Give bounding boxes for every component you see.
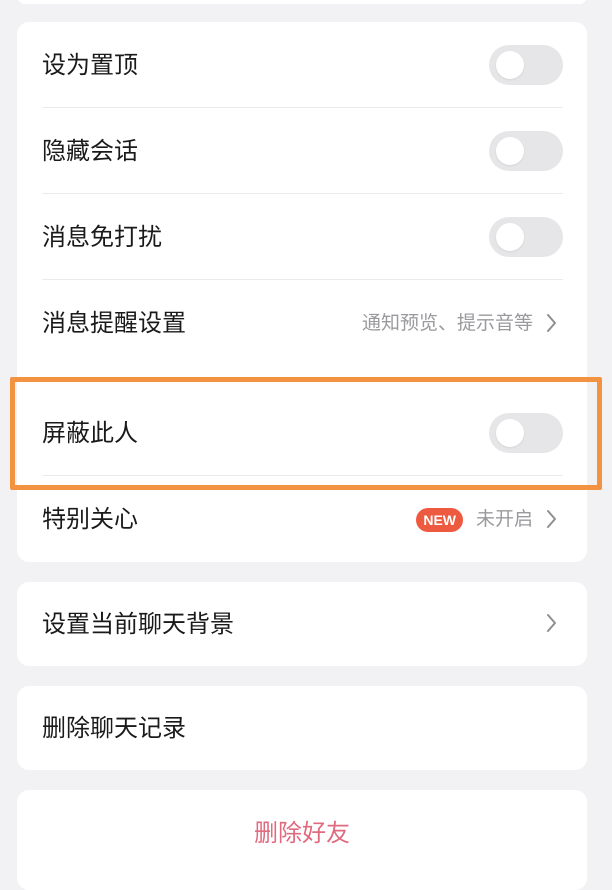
- hide-chat-label: 隐藏会话: [42, 137, 138, 165]
- block-person-toggle[interactable]: [489, 413, 563, 453]
- special-care-label: 特别关心: [42, 505, 138, 533]
- toggle-knob: [496, 223, 524, 251]
- chat-background-label: 设置当前聊天背景: [42, 610, 234, 638]
- toggle-knob: [496, 137, 524, 165]
- chevron-right-icon: [547, 614, 556, 632]
- pin-top-label: 设为置顶: [42, 51, 138, 79]
- special-care-row[interactable]: 特别关心 NEW 未开启: [17, 476, 587, 562]
- toggle-knob: [496, 51, 524, 79]
- clear-history-label: 删除聊天记录: [42, 714, 186, 742]
- pin-top-toggle[interactable]: [489, 45, 563, 85]
- delete-friend-button[interactable]: 删除好友: [17, 790, 587, 876]
- notification-settings-row[interactable]: 消息提醒设置 通知预览、提示音等: [17, 280, 587, 368]
- notification-settings-hint: 通知预览、提示音等: [361, 312, 533, 334]
- previous-card: [17, 0, 587, 4]
- do-not-disturb-label: 消息免打扰: [42, 223, 162, 251]
- clear-history-card: 删除聊天记录: [17, 686, 587, 770]
- pin-top-row: 设为置顶: [17, 22, 587, 108]
- do-not-disturb-toggle[interactable]: [489, 217, 563, 257]
- block-person-row: 屏蔽此人: [17, 390, 587, 476]
- do-not-disturb-row: 消息免打扰: [17, 194, 587, 280]
- chevron-right-icon: [547, 510, 556, 528]
- hide-chat-row: 隐藏会话: [17, 108, 587, 194]
- hide-chat-toggle[interactable]: [489, 131, 563, 171]
- clear-history-row[interactable]: 删除聊天记录: [17, 686, 587, 770]
- chat-settings-card: 设为置顶 隐藏会话 消息免打扰 消息提醒设置 通知预览、提示音等 屏蔽此人 特别…: [17, 22, 587, 562]
- special-care-status: 未开启: [475, 508, 533, 530]
- chat-background-row[interactable]: 设置当前聊天背景: [17, 582, 587, 666]
- toggle-knob: [496, 419, 524, 447]
- new-badge: NEW: [416, 508, 463, 532]
- chevron-right-icon: [547, 314, 556, 332]
- delete-friend-card: 删除好友: [17, 790, 587, 890]
- notification-settings-label: 消息提醒设置: [42, 309, 186, 337]
- chat-background-card: 设置当前聊天背景: [17, 582, 587, 666]
- block-person-label: 屏蔽此人: [42, 419, 138, 447]
- delete-friend-label: 删除好友: [254, 819, 350, 847]
